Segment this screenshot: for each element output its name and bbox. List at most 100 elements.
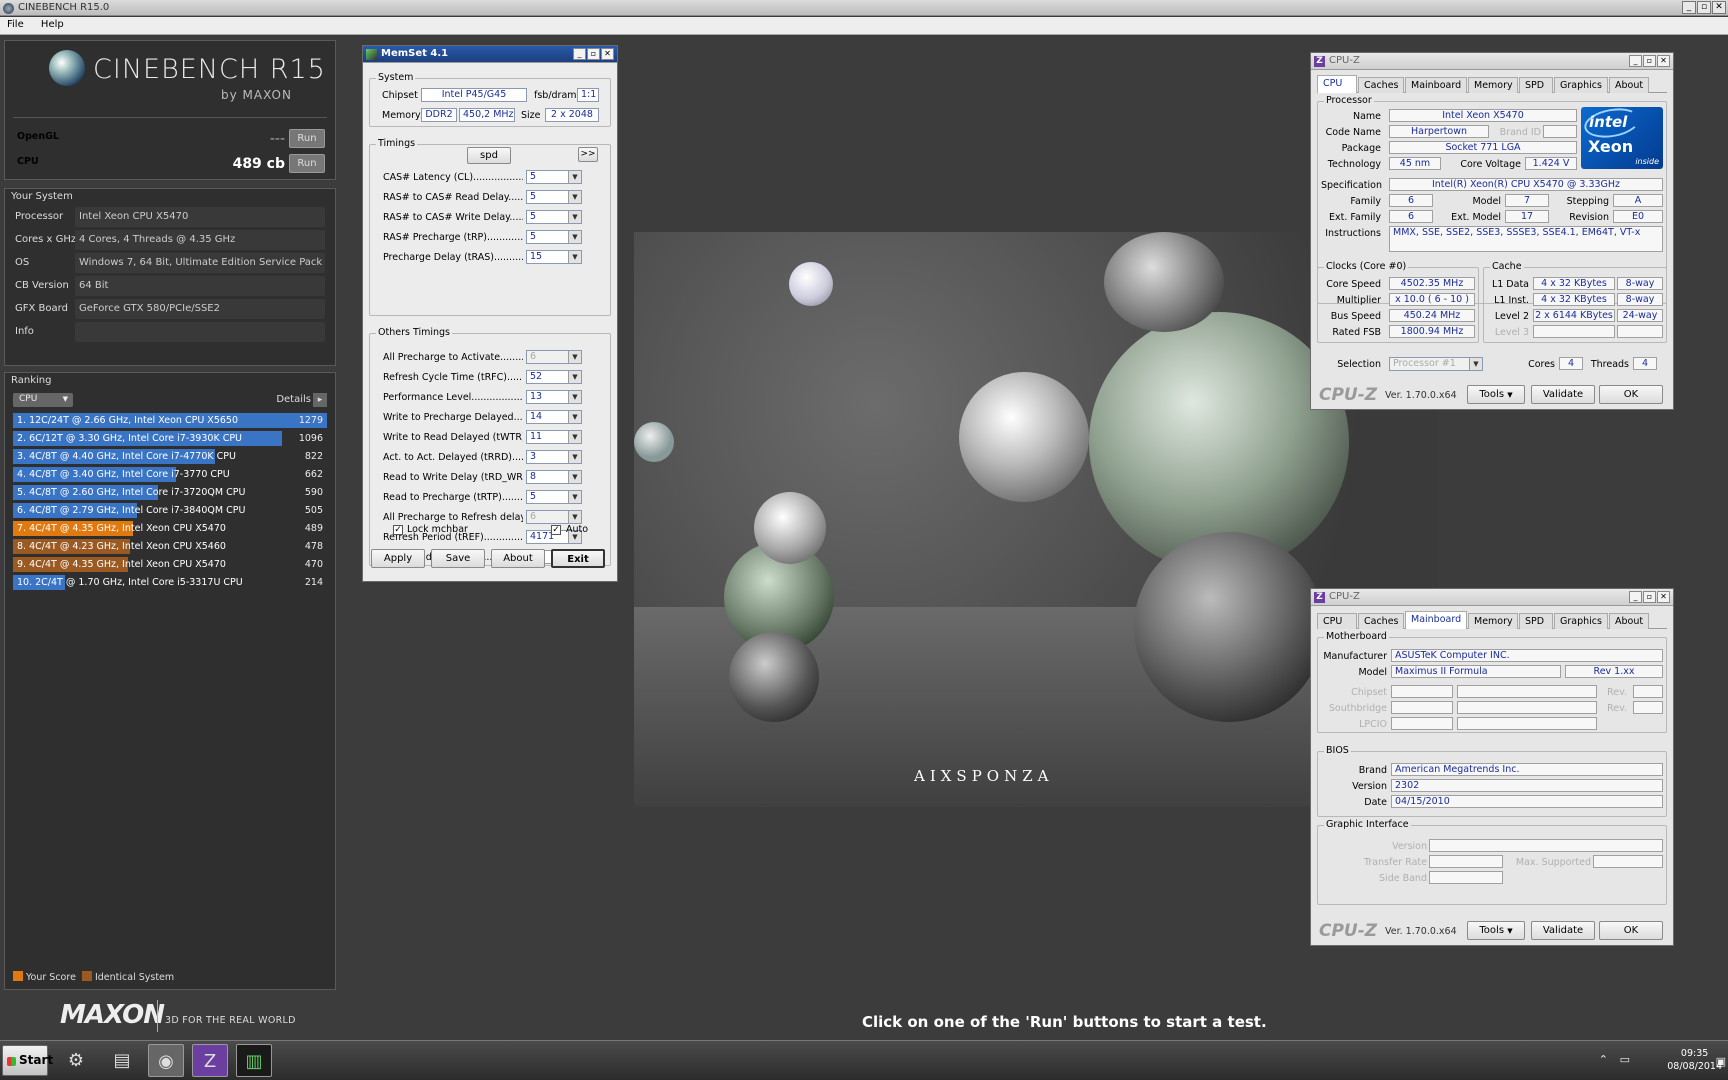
more-button[interactable]: >> xyxy=(578,147,598,162)
ranking-row[interactable]: 1. 12C/24T @ 2.66 GHz, Intel Xeon CPU X5… xyxy=(13,413,327,429)
tab-spd[interactable]: SPD xyxy=(1519,613,1553,629)
ranking-row[interactable]: 7. 4C/4T @ 4.35 GHz, Intel Xeon CPU X547… xyxy=(13,521,327,537)
ranking-row[interactable]: 2. 6C/12T @ 3.30 GHz, Intel Core i7-3930… xyxy=(13,431,327,447)
ranking-row[interactable]: 6. 4C/8T @ 2.79 GHz, Intel Core i7-3840Q… xyxy=(13,503,327,519)
auto-checkbox[interactable]: ✓ xyxy=(551,525,561,535)
other-timing-label: Act. to Act. Delayed (tRRD).......... xyxy=(383,452,523,463)
timing-select[interactable]: 5 xyxy=(526,190,582,204)
save-button[interactable]: Save xyxy=(431,549,485,568)
tab-mainboard[interactable]: Mainboard xyxy=(1405,77,1467,93)
ranking-row[interactable]: 10. 2C/4T @ 1.70 GHz, Intel Core i5-3317… xyxy=(13,575,327,591)
details-label[interactable]: Details xyxy=(276,394,311,405)
details-arrow-icon[interactable]: ▸ xyxy=(313,393,327,407)
other-timing-select[interactable]: 13 xyxy=(526,390,582,404)
cpuz-mb-minimize-button[interactable]: _ xyxy=(1629,591,1642,603)
cpuz-app-icon: Z xyxy=(1314,56,1325,67)
tab-spd[interactable]: SPD xyxy=(1519,77,1553,93)
maximize-button[interactable]: ▫ xyxy=(1697,1,1711,14)
cinebench-taskbar-icon[interactable]: ◉ xyxy=(148,1044,184,1077)
other-timing-select[interactable]: 5 xyxy=(526,490,582,504)
menu-file[interactable]: File xyxy=(0,17,31,32)
cpuz-mb-maximize-button[interactable]: ▫ xyxy=(1643,591,1656,603)
instructions-value: MMX, SSE, SSE2, SSE3, SSSE3, SSE4.1, EM6… xyxy=(1389,226,1663,252)
tab-about[interactable]: About xyxy=(1609,613,1649,629)
other-timing-select[interactable]: 52 xyxy=(526,370,582,384)
ranking-row[interactable]: 8. 4C/4T @ 4.23 GHz, Intel Xeon CPU X546… xyxy=(13,539,327,555)
tab-graphics[interactable]: Graphics xyxy=(1554,77,1608,93)
chipset-rev-value xyxy=(1633,685,1663,698)
other-timing-select[interactable]: 6 xyxy=(526,510,582,524)
tray-expand-icon[interactable]: ⌃ xyxy=(1599,1053,1608,1066)
timing-select[interactable]: 15 xyxy=(526,250,582,264)
ok-button[interactable]: OK xyxy=(1599,921,1663,940)
ranking-type-select[interactable]: CPU ▼ xyxy=(13,393,73,407)
close-button[interactable]: ✕ xyxy=(1712,1,1726,14)
ranking-row[interactable]: 3. 4C/8T @ 4.40 GHz, Intel Core i7-4770K… xyxy=(13,449,327,465)
memset-taskbar-icon[interactable]: ▥ xyxy=(236,1044,272,1077)
minimize-button[interactable]: _ xyxy=(1682,1,1696,14)
tab-graphics[interactable]: Graphics xyxy=(1554,613,1608,629)
tools-button[interactable]: Tools ▼ xyxy=(1467,921,1525,940)
bus-speed-label: Bus Speed xyxy=(1330,311,1381,322)
memset-maximize-button[interactable]: ▫ xyxy=(587,48,600,60)
memset-minimize-button[interactable]: _ xyxy=(573,48,586,60)
other-timing-label: All Precharge to Refresh delay......... xyxy=(383,512,523,523)
explorer-folder-icon[interactable]: ▤ xyxy=(104,1044,140,1077)
tab-mainboard[interactable]: Mainboard xyxy=(1405,611,1467,629)
bus-speed-value: 450.24 MHz xyxy=(1389,309,1475,322)
chipset-label: Chipset xyxy=(382,90,418,101)
lock-mchbar-checkbox[interactable]: ✓ xyxy=(393,525,403,535)
network-app-icon[interactable]: ⚙ xyxy=(58,1044,94,1077)
family-label: Family xyxy=(1350,196,1381,207)
about-button[interactable]: About xyxy=(491,549,545,568)
others-timings-label: Others Timings xyxy=(376,327,452,338)
apply-button[interactable]: Apply xyxy=(371,549,425,568)
cpuz-cpu-minimize-button[interactable]: _ xyxy=(1629,55,1642,67)
ok-button[interactable]: OK xyxy=(1599,385,1663,404)
cores-label: Cores xyxy=(1528,359,1555,370)
ranking-row[interactable]: 9. 4C/4T @ 4.35 GHz, Intel Xeon CPU X547… xyxy=(13,557,327,573)
tab-caches[interactable]: Caches xyxy=(1358,613,1404,629)
cpuz-taskbar-icon[interactable]: Z xyxy=(192,1044,228,1077)
tools-label: Tools xyxy=(1479,925,1505,936)
system-row-value xyxy=(75,322,325,342)
tools-button[interactable]: Tools ▼ xyxy=(1467,385,1525,404)
cpuz-cpu-close-button[interactable]: ✕ xyxy=(1657,55,1670,67)
other-timing-select[interactable]: 3 xyxy=(526,450,582,464)
other-timing-select[interactable]: 14 xyxy=(526,410,582,424)
processor-select[interactable]: Processor #1 xyxy=(1389,357,1483,371)
timing-select[interactable]: 5 xyxy=(526,170,582,184)
tab-memory[interactable]: Memory xyxy=(1468,613,1518,629)
start-button[interactable]: Start xyxy=(2,1045,53,1076)
ranking-row[interactable]: 4. 4C/8T @ 3.40 GHz, Intel Core i7-3770 … xyxy=(13,467,327,483)
timing-select[interactable]: 5 xyxy=(526,210,582,224)
menu-help[interactable]: Help xyxy=(34,17,71,32)
exit-button[interactable]: Exit xyxy=(551,549,605,568)
cpuz-mb-close-button[interactable]: ✕ xyxy=(1657,591,1670,603)
timing-select[interactable]: 5 xyxy=(526,230,582,244)
network-tray-icon[interactable]: ▭ xyxy=(1620,1053,1630,1066)
tab-cpu[interactable]: CPU xyxy=(1317,613,1357,629)
spd-button[interactable]: spd xyxy=(467,147,511,164)
ranking-row[interactable]: 5. 4C/8T @ 2.60 GHz, Intel Core i7-3720Q… xyxy=(13,485,327,501)
southbridge-rev-label: Rev. xyxy=(1607,703,1627,714)
memset-app-icon xyxy=(366,49,377,60)
system-row-label: Cores x GHz xyxy=(15,234,77,245)
other-timing-select[interactable]: 6 xyxy=(526,350,582,364)
tray-clock[interactable]: 09:35 08/08/2014 xyxy=(1667,1047,1722,1073)
cpuz-version: Ver. 1.70.0.x64 xyxy=(1385,926,1457,937)
validate-button[interactable]: Validate xyxy=(1531,921,1595,940)
cpu-run-button[interactable]: Run xyxy=(289,154,325,173)
tab-memory[interactable]: Memory xyxy=(1468,77,1518,93)
opengl-run-button[interactable]: Run xyxy=(289,129,325,148)
ext-family-value: 6 xyxy=(1389,210,1433,223)
other-timing-select[interactable]: 11 xyxy=(526,430,582,444)
level-2-ways: 24-way xyxy=(1617,309,1663,322)
tab-caches[interactable]: Caches xyxy=(1358,77,1404,93)
tab-about[interactable]: About xyxy=(1609,77,1649,93)
cpuz-cpu-maximize-button[interactable]: ▫ xyxy=(1643,55,1656,67)
validate-button[interactable]: Validate xyxy=(1531,385,1595,404)
tab-cpu[interactable]: CPU xyxy=(1317,75,1357,93)
other-timing-select[interactable]: 8 xyxy=(526,470,582,484)
memset-close-button[interactable]: ✕ xyxy=(601,48,614,60)
